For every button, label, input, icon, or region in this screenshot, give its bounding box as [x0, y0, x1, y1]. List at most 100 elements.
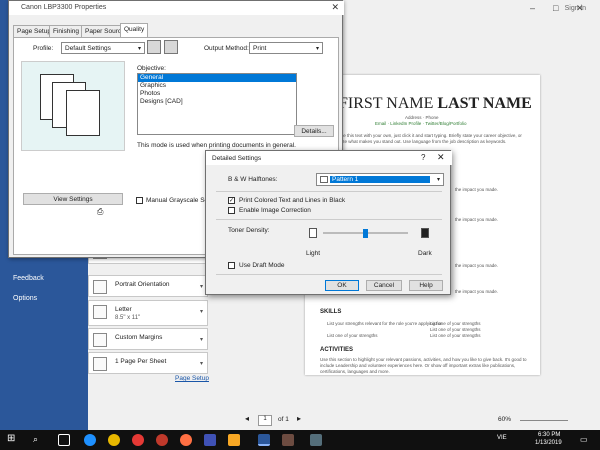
resume-exp-line: the impact you made. — [455, 187, 499, 192]
cancel-button[interactable]: Cancel — [366, 280, 402, 291]
last-name: LAST NAME — [437, 95, 532, 112]
sidebar-item-feedback[interactable]: Feedback — [13, 275, 44, 282]
print-options-list: 1,2,3 1,2,3 1,2,3 ▾ Portrait Orientation… — [88, 240, 208, 390]
dialog-title-bar: Detailed Settings ? ✕ — [206, 151, 452, 165]
paper-size-option[interactable]: Letter 8.5" x 11" ▾ — [88, 300, 208, 326]
notification-icon[interactable]: ▭ — [580, 435, 588, 444]
windows-taskbar: ⊞ ⌕ VIE 6:30 PM 1/13/2019 ▭ — [0, 430, 600, 450]
objective-list[interactable]: General Graphics Photos Designs [CAD] — [137, 73, 297, 135]
clock-time[interactable]: 6:30 PM — [538, 432, 560, 438]
profile-add-icon[interactable] — [147, 40, 161, 54]
skills-heading: SKILLS — [320, 309, 342, 315]
toner-density-thumb[interactable] — [363, 229, 368, 238]
print-colored-black-checkbox[interactable]: ✓ — [228, 197, 235, 204]
skill-item: List your strengths relevant for the rol… — [327, 321, 442, 326]
minimize-icon[interactable]: – — [530, 3, 535, 13]
margins-option[interactable]: Custom Margins ▾ — [88, 328, 208, 350]
objective-label: Objective: — [137, 65, 166, 72]
dialog-title-bar: Canon LBP3300 Properties ✕ — [9, 1, 344, 15]
activities-text-3: certifications, languages and more. — [320, 369, 390, 374]
resume-exp-line: the impact you made. — [455, 263, 499, 268]
folder-icon[interactable] — [228, 434, 240, 446]
paper-icon — [93, 305, 107, 319]
close-icon[interactable]: ✕ — [331, 2, 339, 13]
printer-icon: ⎙ — [97, 207, 104, 216]
task-view-icon[interactable] — [58, 434, 70, 446]
toner-dark-label: Dark — [418, 250, 432, 257]
resume-exp-line: the impact you made. — [455, 289, 499, 294]
profile-label: Profile: — [33, 45, 54, 52]
word-icon[interactable] — [258, 434, 270, 446]
pattern-icon — [320, 176, 328, 183]
edge-icon[interactable] — [84, 434, 96, 446]
sidebar-item-options[interactable]: Options — [13, 295, 37, 302]
resume-exp-line: the impact you made. — [455, 217, 499, 222]
help-button[interactable]: Help — [409, 280, 443, 291]
help-icon[interactable]: ? — [421, 153, 425, 162]
resume-intro: To replace this text with your own, just… — [325, 133, 522, 138]
dialog-title: Detailed Settings — [212, 155, 262, 162]
image-correction-label: Enable Image Correction — [239, 207, 311, 214]
toner-light-label: Light — [306, 250, 321, 257]
tab-finishing[interactable]: Finishing — [49, 25, 84, 37]
output-method-value: Print — [253, 45, 267, 52]
halftones-select[interactable]: Pattern 1 ▾ — [316, 173, 444, 186]
store-icon[interactable] — [108, 434, 120, 446]
image-correction-checkbox[interactable] — [228, 207, 235, 214]
manual-grayscale-checkbox[interactable] — [136, 197, 143, 204]
detailed-settings-dialog: Detailed Settings ? ✕ B & W Halftones: P… — [205, 150, 452, 295]
draft-mode-checkbox[interactable] — [228, 262, 235, 269]
list-item[interactable]: Photos — [138, 90, 296, 98]
page-setup-link[interactable]: Page Setup — [175, 375, 209, 382]
maximize-icon[interactable]: □ — [553, 3, 558, 13]
details-button[interactable]: Details... — [294, 125, 334, 137]
close-icon[interactable]: ✕ — [576, 3, 584, 14]
output-method-label: Output Method: — [204, 45, 249, 52]
tab-quality[interactable]: Quality — [120, 23, 149, 37]
toner-density-label: Toner Density: — [228, 227, 270, 234]
language-indicator[interactable]: VIE — [497, 435, 507, 441]
prev-page-icon[interactable]: ◂ — [245, 414, 249, 423]
resume-address: Address · Phone — [405, 115, 439, 120]
search-icon[interactable]: ⌕ — [33, 434, 45, 446]
list-item[interactable]: Graphics — [138, 82, 296, 90]
chrome-icon[interactable] — [132, 434, 144, 446]
draft-mode-label: Use Draft Mode — [239, 262, 285, 269]
resume-name: FIRST NAME LAST NAME — [339, 95, 532, 113]
clock-date[interactable]: 1/13/2019 — [535, 440, 562, 446]
page-number-input[interactable]: 1 — [258, 415, 272, 426]
close-icon[interactable]: ✕ — [437, 152, 445, 163]
margins-icon — [93, 333, 107, 347]
output-method-select[interactable]: Print ▾ — [249, 42, 323, 54]
zoom-slider[interactable] — [520, 420, 568, 421]
preview-page — [66, 90, 100, 136]
profile-select[interactable]: Default Settings ▾ — [61, 42, 145, 54]
view-settings-button[interactable]: View Settings — [23, 193, 123, 205]
firefox-icon[interactable] — [180, 434, 192, 446]
opera-icon[interactable] — [156, 434, 168, 446]
activities-text-2: include Leadership and volunteer experie… — [320, 363, 516, 368]
halftones-value: Pattern 1 — [330, 176, 430, 184]
pages-per-sheet-icon — [93, 357, 107, 371]
zoom-level: 60% — [498, 416, 512, 423]
app-icon[interactable] — [204, 434, 216, 446]
paper-size-sub: 8.5" x 11" — [115, 315, 141, 321]
first-name: FIRST NAME — [339, 95, 434, 112]
chevron-down-icon: ▾ — [199, 309, 203, 315]
margins-label: Custom Margins — [115, 334, 163, 341]
dialog-title: Canon LBP3300 Properties — [21, 4, 107, 11]
dark-toner-icon — [421, 228, 429, 238]
profile-edit-icon[interactable] — [164, 40, 178, 54]
pages-per-sheet-option[interactable]: 1 Page Per Sheet ▾ — [88, 352, 208, 374]
next-page-icon[interactable]: ▸ — [297, 414, 301, 423]
app-icon[interactable] — [310, 434, 322, 446]
windows-start-icon[interactable]: ⊞ — [7, 433, 19, 445]
chevron-down-icon: ▾ — [436, 177, 440, 183]
halftones-label: B & W Halftones: — [228, 176, 278, 183]
orientation-option[interactable]: Portrait Orientation ▾ — [88, 275, 208, 297]
skill-item: List one of your strengths — [430, 333, 481, 338]
ok-button[interactable]: OK — [325, 280, 359, 291]
list-item[interactable]: Designs [CAD] — [138, 98, 296, 106]
list-item[interactable]: General — [138, 74, 296, 82]
app-icon[interactable] — [282, 434, 294, 446]
